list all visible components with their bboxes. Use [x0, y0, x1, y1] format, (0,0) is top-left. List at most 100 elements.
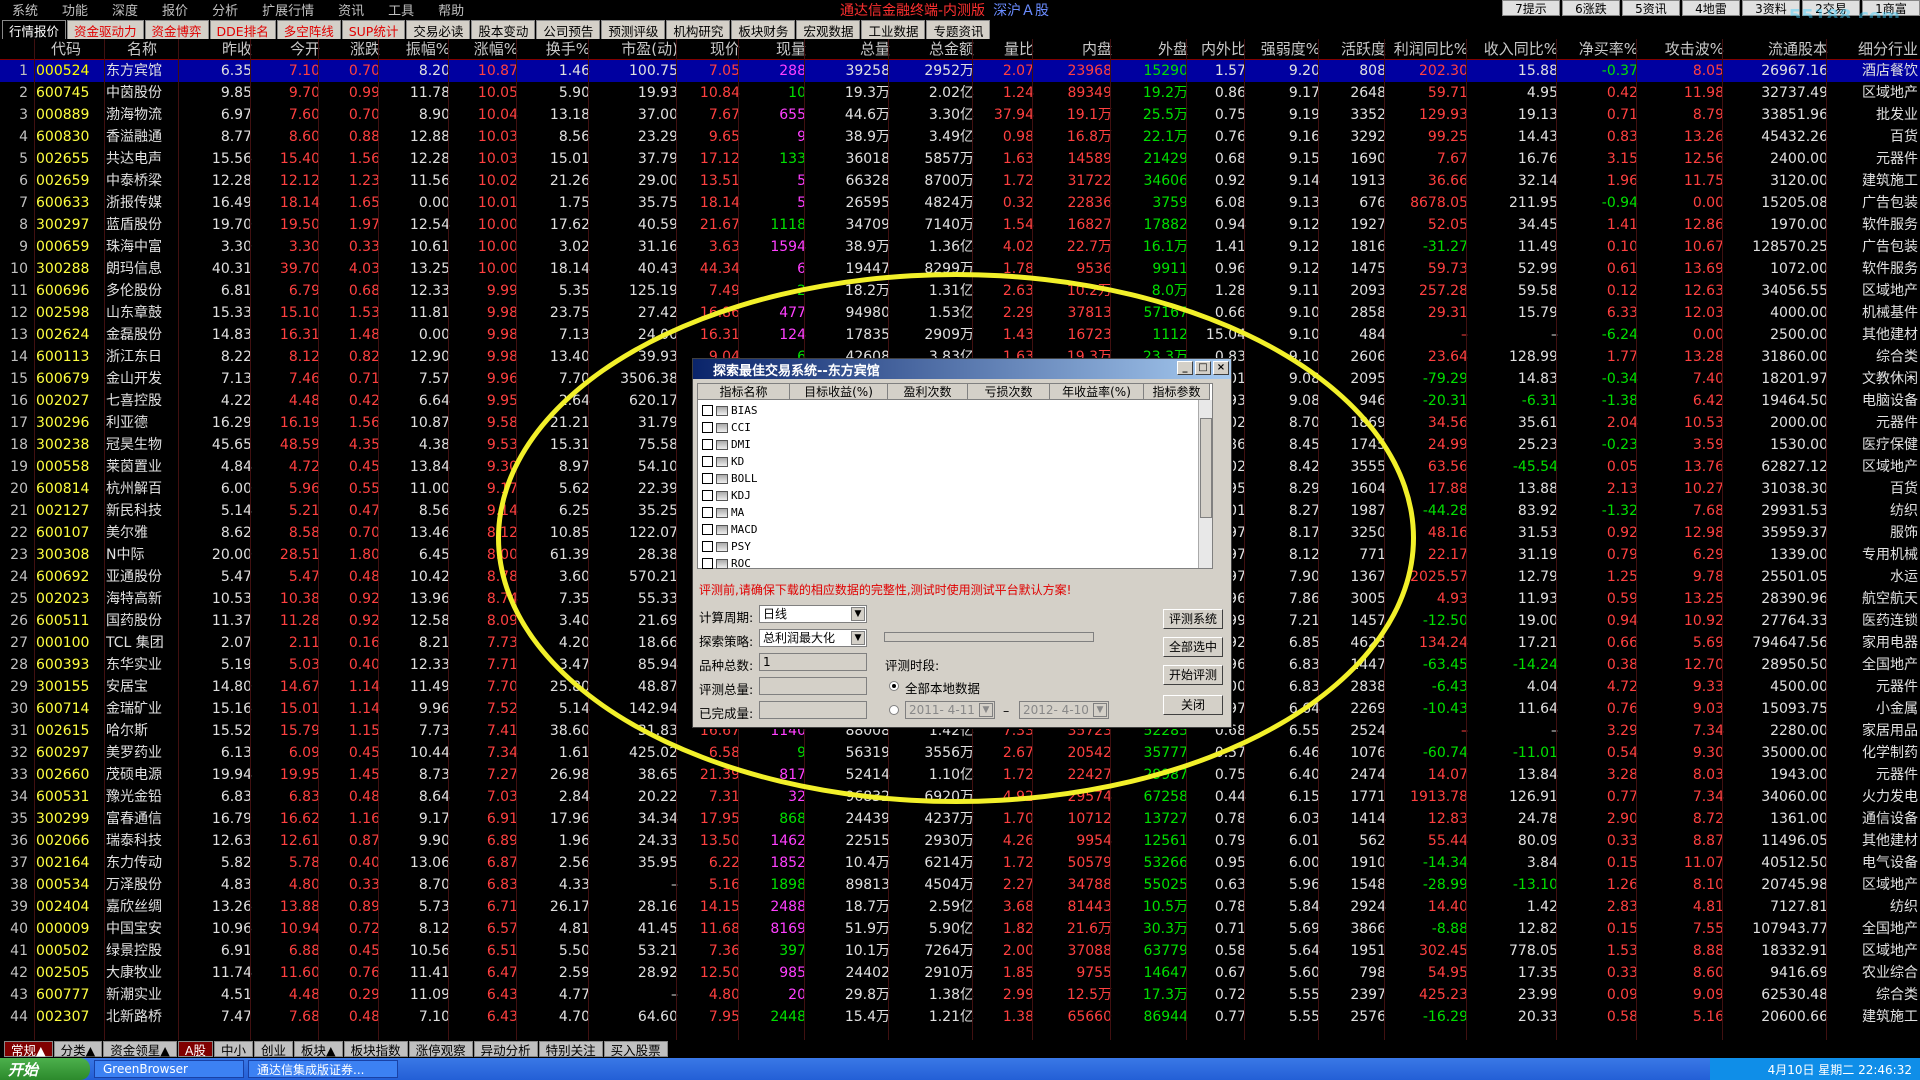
- list-column-header[interactable]: 盈利次数: [888, 384, 968, 400]
- table-row[interactable]: 41 000502 绿景控股 6.91 6.88 0.45 10.56 6.51 5.50 53.…: [0, 940, 1920, 962]
- checkbox[interactable]: [702, 541, 713, 552]
- list-column-header[interactable]: 年收益率(%): [1050, 384, 1144, 400]
- bottom-tab[interactable]: 板块指数: [343, 1041, 408, 1058]
- indicator-item[interactable]: MA: [702, 504, 744, 521]
- checkbox[interactable]: [702, 524, 713, 535]
- indicator-item[interactable]: MACD: [702, 521, 758, 538]
- minimize-icon[interactable]: _: [1177, 361, 1193, 375]
- bottom-tab[interactable]: 买入股票: [603, 1041, 668, 1058]
- table-row[interactable]: 6 002659 中泰桥梁 12.28 12.12 1.23 11.56 10.02 21.26…: [0, 170, 1920, 192]
- table-row[interactable]: 32 600297 美罗药业 6.13 6.09 0.45 10.44 7.34 1.61 425…: [0, 742, 1920, 764]
- tab-8[interactable]: 公司预告: [536, 20, 601, 39]
- all-data-radio[interactable]: [889, 681, 899, 691]
- menu-item[interactable]: 报价: [150, 0, 200, 19]
- column-header[interactable]: 市盈(动): [590, 38, 678, 60]
- tab-2[interactable]: 资金博弈: [144, 20, 209, 39]
- column-header[interactable]: 外盘: [1112, 38, 1188, 60]
- evaluate-system-button[interactable]: 评测系统: [1163, 609, 1223, 629]
- column-header[interactable]: 现量: [740, 38, 806, 60]
- indicator-item[interactable]: KD: [702, 453, 744, 470]
- table-row[interactable]: 40 000009 中国宝安 10.96 10.94 0.72 8.12 6.57 4.81 41…: [0, 918, 1920, 940]
- table-row[interactable]: 43 600777 新潮实业 4.51 4.48 0.29 11.09 6.43 4.77 – 4.…: [0, 984, 1920, 1006]
- menu-item[interactable]: 资讯: [326, 0, 376, 19]
- tab-6[interactable]: 交易必读: [406, 20, 471, 39]
- bottom-tab[interactable]: 常规▲: [4, 1041, 53, 1058]
- table-row[interactable]: 36 002066 瑞泰科技 12.63 12.61 0.87 9.90 6.89 1.96 24…: [0, 830, 1920, 852]
- column-header[interactable]: 涨幅%: [450, 38, 518, 60]
- tab-4[interactable]: 多空阵线: [276, 20, 341, 39]
- close-button[interactable]: 关闭: [1163, 695, 1223, 715]
- column-header[interactable]: 换手%: [518, 38, 590, 60]
- close-icon[interactable]: ×: [1213, 361, 1229, 375]
- date-from-picker[interactable]: 2011- 4-11 ▼: [905, 701, 995, 719]
- toolbar-button[interactable]: 4地雷: [1682, 0, 1740, 16]
- indicator-item[interactable]: BIAS: [702, 402, 758, 419]
- column-header[interactable]: 总量: [806, 38, 890, 60]
- checkbox[interactable]: [702, 490, 713, 501]
- checkbox[interactable]: [702, 456, 713, 467]
- task-tdx[interactable]: 通达信集成版证券...: [248, 1060, 398, 1078]
- list-column-header[interactable]: 目标收益(%): [790, 384, 888, 400]
- table-row[interactable]: 12 002598 山东章鼓 15.33 15.10 1.53 11.81 9.98 23.75…: [0, 302, 1920, 324]
- indicator-list[interactable]: 指标名称 目标收益(%) 盈利次数 亏损次数 年收益率(%) 指标参数 BIAS CCI DM…: [697, 383, 1213, 570]
- toolbar-button[interactable]: 6涨跌: [1562, 0, 1620, 16]
- table-row[interactable]: 1 000524 东方宾馆 6.35 7.10 0.70 8.20 10.87 1.46 100.…: [0, 60, 1920, 82]
- table-row[interactable]: 38 000534 万泽股份 4.83 4.80 0.33 8.70 6.83 4.33 – 5.1…: [0, 874, 1920, 896]
- column-header[interactable]: 今开: [252, 38, 320, 60]
- checkbox[interactable]: [702, 507, 713, 518]
- table-row[interactable]: 37 002164 东力传动 5.82 5.78 0.40 13.06 6.87 2.56 35.…: [0, 852, 1920, 874]
- column-header[interactable]: 涨跌: [320, 38, 380, 60]
- table-row[interactable]: 42 002505 大康牧业 11.74 11.60 0.76 11.41 6.47 2.59 2…: [0, 962, 1920, 984]
- column-header[interactable]: 细分行业: [1828, 38, 1918, 60]
- scroll-thumb[interactable]: [1200, 418, 1212, 518]
- list-column-header[interactable]: 指标参数: [1144, 384, 1210, 400]
- bottom-tab[interactable]: 分类▲: [53, 1041, 103, 1058]
- column-header[interactable]: 强弱度%: [1246, 38, 1320, 60]
- tab-13[interactable]: 工业数据: [861, 20, 926, 39]
- column-header[interactable]: 内盘: [1034, 38, 1112, 60]
- table-row[interactable]: 11 600696 多伦股份 6.81 6.79 0.68 12.33 9.99 5.35 125…: [0, 280, 1920, 302]
- table-row[interactable]: 39 002404 嘉欣丝绸 13.26 13.88 0.89 5.73 6.71 26.17 2…: [0, 896, 1920, 918]
- checkbox[interactable]: [702, 405, 713, 416]
- bottom-tab[interactable]: 涨停观察: [408, 1041, 473, 1058]
- column-header[interactable]: 攻击波%: [1638, 38, 1724, 60]
- toolbar-button[interactable]: 7提示: [1502, 0, 1560, 16]
- column-header[interactable]: 振幅%: [380, 38, 450, 60]
- column-header[interactable]: 量比: [974, 38, 1034, 60]
- column-header[interactable]: 净买率%: [1558, 38, 1638, 60]
- tab-12[interactable]: 宏观数据: [796, 20, 861, 39]
- table-row[interactable]: 10 300288 朗玛信息 40.31 39.70 4.03 13.25 10.00 18.1…: [0, 258, 1920, 280]
- bottom-tab[interactable]: 中小: [213, 1041, 253, 1058]
- column-header[interactable]: 代码: [36, 38, 96, 60]
- checkbox[interactable]: [702, 473, 713, 484]
- tab-3[interactable]: DDE排名: [209, 20, 276, 39]
- table-row[interactable]: 9 000659 珠海中富 3.30 3.30 0.33 10.61 10.00 3.02 31.…: [0, 236, 1920, 258]
- column-header[interactable]: 利润同比%: [1386, 38, 1468, 60]
- table-row[interactable]: 3 000889 渤海物流 6.97 7.60 0.70 8.90 10.04 13.18 37.…: [0, 104, 1920, 126]
- indicator-item[interactable]: BOLL: [702, 470, 758, 487]
- indicator-item[interactable]: CCI: [702, 419, 751, 436]
- column-header[interactable]: 收入同比%: [1468, 38, 1558, 60]
- menu-item[interactable]: 工具: [376, 0, 426, 19]
- column-header[interactable]: 流通股本: [1724, 38, 1828, 60]
- checkbox[interactable]: [702, 422, 713, 433]
- column-header[interactable]: 活跃度: [1320, 38, 1386, 60]
- date-to-picker[interactable]: 2012- 4-10 ▼: [1019, 701, 1109, 719]
- menu-item[interactable]: 功能: [50, 0, 100, 19]
- list-scrollbar[interactable]: [1198, 400, 1212, 568]
- task-greenbrowser[interactable]: GreenBrowser: [94, 1060, 244, 1078]
- indicator-item[interactable]: DMI: [702, 436, 751, 453]
- checkbox[interactable]: [702, 439, 713, 450]
- table-row[interactable]: 8 300297 蓝盾股份 19.70 19.50 1.97 12.54 10.00 17.62…: [0, 214, 1920, 236]
- tab-10[interactable]: 机构研究: [666, 20, 731, 39]
- bottom-tab[interactable]: 创业: [253, 1041, 293, 1058]
- dialog-title-bar[interactable]: 探索最佳交易系统--东方宾馆 _ □ ×: [693, 359, 1231, 379]
- indicator-item[interactable]: KDJ: [702, 487, 751, 504]
- column-header[interactable]: [0, 38, 28, 60]
- tab-9[interactable]: 预测评级: [601, 20, 666, 39]
- start-button[interactable]: 开始: [0, 1058, 90, 1080]
- checkbox[interactable]: [702, 558, 713, 569]
- table-row[interactable]: 33 002660 茂硕电源 19.94 19.95 1.45 8.73 7.27 26.98 3…: [0, 764, 1920, 786]
- column-header[interactable]: 内外比: [1188, 38, 1246, 60]
- tab-7[interactable]: 股本变动: [471, 20, 536, 39]
